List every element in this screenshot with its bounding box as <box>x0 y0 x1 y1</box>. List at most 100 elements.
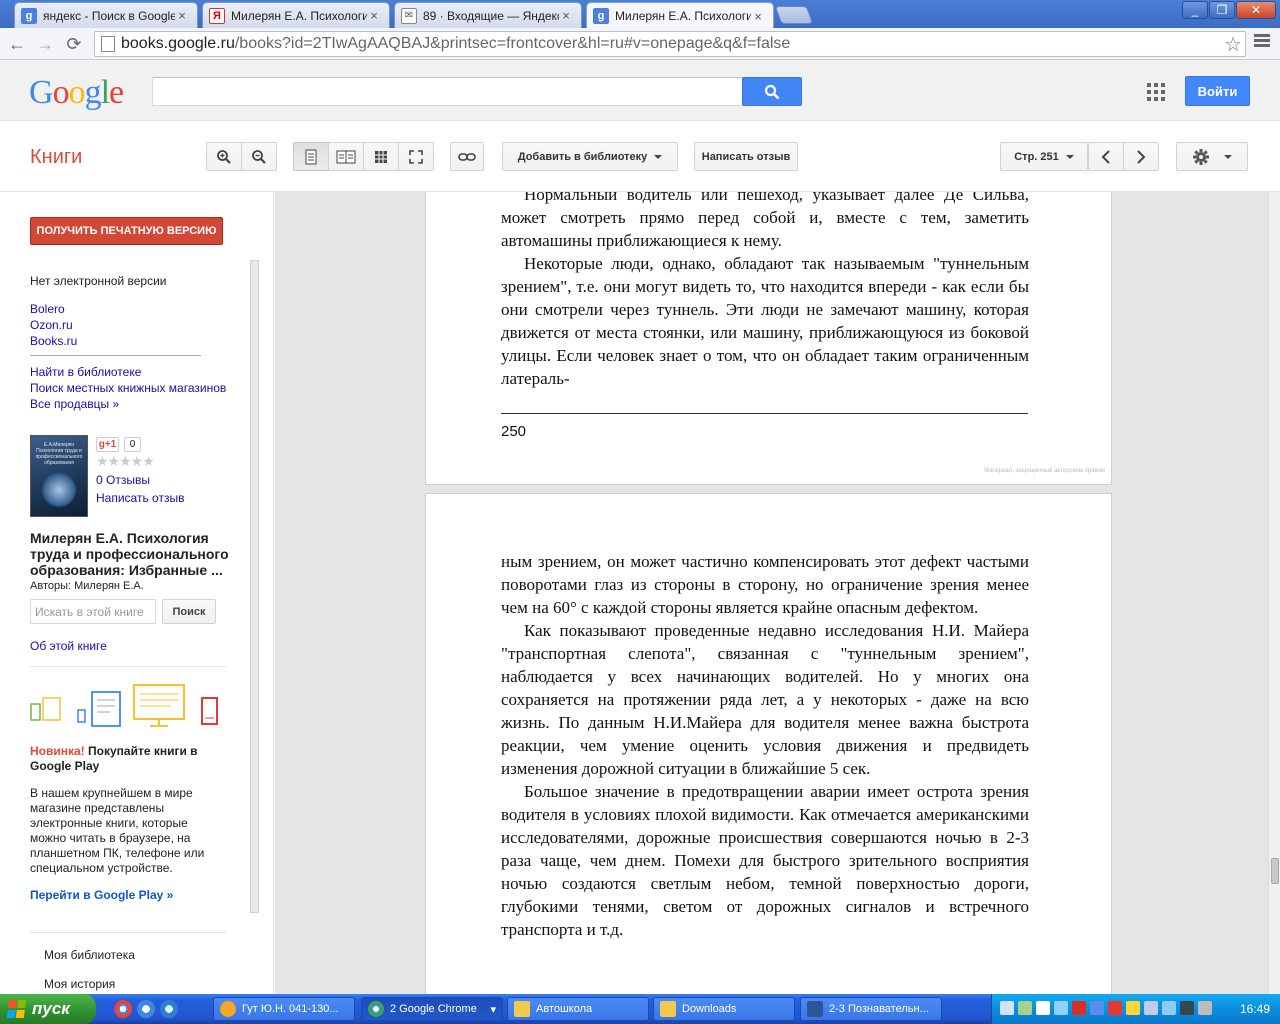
close-window-icon[interactable]: ✕ <box>1236 1 1276 19</box>
my-library-link[interactable]: Моя библиотека <box>44 948 135 962</box>
add-to-library-button[interactable]: Добавить в библиотеку <box>502 142 678 171</box>
reviews-count-link[interactable]: 0 Отзывы <box>96 473 150 487</box>
zoom-in-button[interactable] <box>206 142 242 171</box>
scrollbar-thumb[interactable] <box>1271 858 1279 884</box>
all-sellers-link[interactable]: Все продавцы » <box>30 397 119 411</box>
go-to-google-play-link[interactable]: Перейти в Google Play » <box>30 888 173 902</box>
tab-title: 89 · Входящие — Яндекс.П <box>423 8 559 23</box>
maximize-icon[interactable]: ❐ <box>1209 1 1235 19</box>
seller-link-bolero[interactable]: Bolero <box>30 302 65 316</box>
browser-tab-3[interactable]: ✉ 89 · Входящие — Яндекс.П × <box>394 2 582 28</box>
taskbar-item-label: 2-3 Познавательн... <box>829 1003 929 1015</box>
sidebar-scrollbar[interactable] <box>250 260 259 913</box>
tab-title: Милерян Е.А. Психология т <box>615 9 751 23</box>
close-tab-icon[interactable]: × <box>175 8 189 23</box>
book-page-250: Нормальный водитель или пешеход, указыва… <box>425 192 1112 485</box>
devices-illustration <box>30 684 218 727</box>
google-header: Google Войти <box>0 60 1280 121</box>
google-search-input[interactable] <box>152 77 743 106</box>
internet-explorer-icon[interactable] <box>137 1000 155 1018</box>
browser-tab-2[interactable]: Я Милерян Е.А. Психология т × <box>202 2 390 28</box>
taskbar-item[interactable]: Гут Ю.Н. 041-130... <box>213 997 355 1021</box>
taskbar-item-label: 2 Google Chrome <box>390 1003 477 1015</box>
book-cover[interactable]: Е.А.Милерян Психология труда и профессио… <box>30 435 88 517</box>
address-bar[interactable]: books.google.ru/books?id=2TIwAgAAQBAJ&pr… <box>94 31 1246 57</box>
bookmark-star-icon[interactable]: ☆ <box>1224 32 1242 57</box>
tray-icon[interactable] <box>1072 1001 1086 1015</box>
back-arrow-icon[interactable]: ← <box>6 34 28 54</box>
forward-arrow-icon[interactable]: → <box>34 34 56 54</box>
two-page-view-button[interactable] <box>328 142 364 171</box>
tray-icon[interactable] <box>1126 1001 1140 1015</box>
get-print-version-button[interactable]: ПОЛУЧИТЬ ПЕЧАТНУЮ ВЕРСИЮ <box>30 217 223 245</box>
write-review-link[interactable]: Написать отзыв <box>96 491 184 505</box>
taskbar-item[interactable]: Автошкола <box>507 997 649 1021</box>
minimize-icon[interactable]: _ <box>1182 1 1208 19</box>
search-in-book-input[interactable]: Искать в этой книге <box>30 599 156 624</box>
taskbar-item[interactable]: 2-3 Познавательн... <box>800 997 942 1021</box>
seller-link-books[interactable]: Books.ru <box>30 334 77 348</box>
my-history-link[interactable]: Моя история <box>44 977 115 991</box>
reader-scrollbar[interactable] <box>1268 192 1280 994</box>
next-page-button[interactable] <box>1123 142 1159 171</box>
close-tab-icon[interactable]: × <box>751 9 765 24</box>
google-play-promo-headline: Новинка! Покупайте книги в Google Play <box>30 744 220 774</box>
previous-page-button[interactable] <box>1088 142 1124 171</box>
search-in-book-button[interactable]: Поиск <box>162 599 216 624</box>
cover-image <box>41 472 77 508</box>
link-button[interactable] <box>450 142 484 171</box>
tray-icon[interactable] <box>1180 1001 1194 1015</box>
close-tab-icon[interactable]: × <box>559 8 573 23</box>
single-page-icon <box>305 149 317 164</box>
write-review-button[interactable]: Написать отзыв <box>694 142 798 171</box>
browser-tab-1[interactable]: g яндекс - Поиск в Google × <box>14 2 198 28</box>
new-tab-button[interactable] <box>774 6 814 24</box>
tray-icon[interactable] <box>1054 1001 1068 1015</box>
about-book-link[interactable]: Об этой книге <box>30 639 107 653</box>
zoom-out-button[interactable] <box>241 142 277 171</box>
tray-icon[interactable] <box>1144 1001 1158 1015</box>
settings-button[interactable] <box>1176 142 1248 171</box>
fullscreen-button[interactable] <box>398 142 434 171</box>
apps-grid-icon[interactable] <box>1147 83 1165 101</box>
taskbar-item-chrome[interactable]: 2 Google Chrome ▾ <box>361 997 503 1021</box>
seller-link-ozon[interactable]: Ozon.ru <box>30 318 73 332</box>
page-number: 250 <box>501 423 527 440</box>
tray-icon[interactable] <box>1000 1001 1014 1015</box>
search-button[interactable] <box>742 77 802 106</box>
tray-icon[interactable] <box>1108 1001 1122 1015</box>
books-section-title[interactable]: Книги <box>30 146 82 169</box>
local-bookstores-link[interactable]: Поиск местных книжных магазинов <box>30 381 226 395</box>
google-logo[interactable]: Google <box>29 74 124 112</box>
tab-title: яндекс - Поиск в Google <box>43 8 175 23</box>
chrome-menu-icon[interactable] <box>1254 34 1270 49</box>
taskbar-item[interactable]: Downloads <box>653 997 795 1021</box>
smiley-icon <box>220 1001 236 1017</box>
thumbnail-view-button[interactable] <box>363 142 399 171</box>
tray-icon[interactable] <box>1090 1001 1104 1015</box>
page-icon <box>101 36 115 52</box>
single-page-view-button[interactable] <box>293 142 329 171</box>
logo-letter: g <box>84 74 102 111</box>
google-plus-one-button[interactable]: g+1 <box>96 437 119 452</box>
tray-icon[interactable] <box>1162 1001 1176 1015</box>
chrome-icon[interactable] <box>114 1000 132 1018</box>
plus-one-count: 0 <box>124 437 141 452</box>
volume-icon[interactable] <box>1198 1001 1212 1015</box>
taskbar-item-label: Downloads <box>682 1003 737 1015</box>
browser-tab-strip: g яндекс - Поиск в Google × Я Милерян Е.… <box>0 0 1280 29</box>
mail-icon: ✉ <box>401 7 417 24</box>
sign-in-button[interactable]: Войти <box>1185 76 1250 106</box>
browser-icon[interactable] <box>160 1000 178 1018</box>
close-tab-icon[interactable]: × <box>367 8 381 23</box>
page-selector-button[interactable]: Стр. 251 <box>1000 142 1088 171</box>
reload-icon[interactable]: ⟳ <box>63 34 85 54</box>
tray-icon[interactable] <box>1036 1001 1050 1015</box>
book-reader-viewport[interactable]: Нормальный водитель или пешеход, указыва… <box>275 192 1268 994</box>
find-in-library-link[interactable]: Найти в библиотеке <box>30 365 141 379</box>
chevron-right-icon <box>1137 149 1146 164</box>
browser-tab-4-active[interactable]: g Милерян Е.А. Психология т × <box>586 2 774 29</box>
start-button[interactable]: пуск <box>0 994 96 1024</box>
tray-icon[interactable] <box>1018 1001 1032 1015</box>
promo-new-badge: Новинка! <box>30 744 85 758</box>
